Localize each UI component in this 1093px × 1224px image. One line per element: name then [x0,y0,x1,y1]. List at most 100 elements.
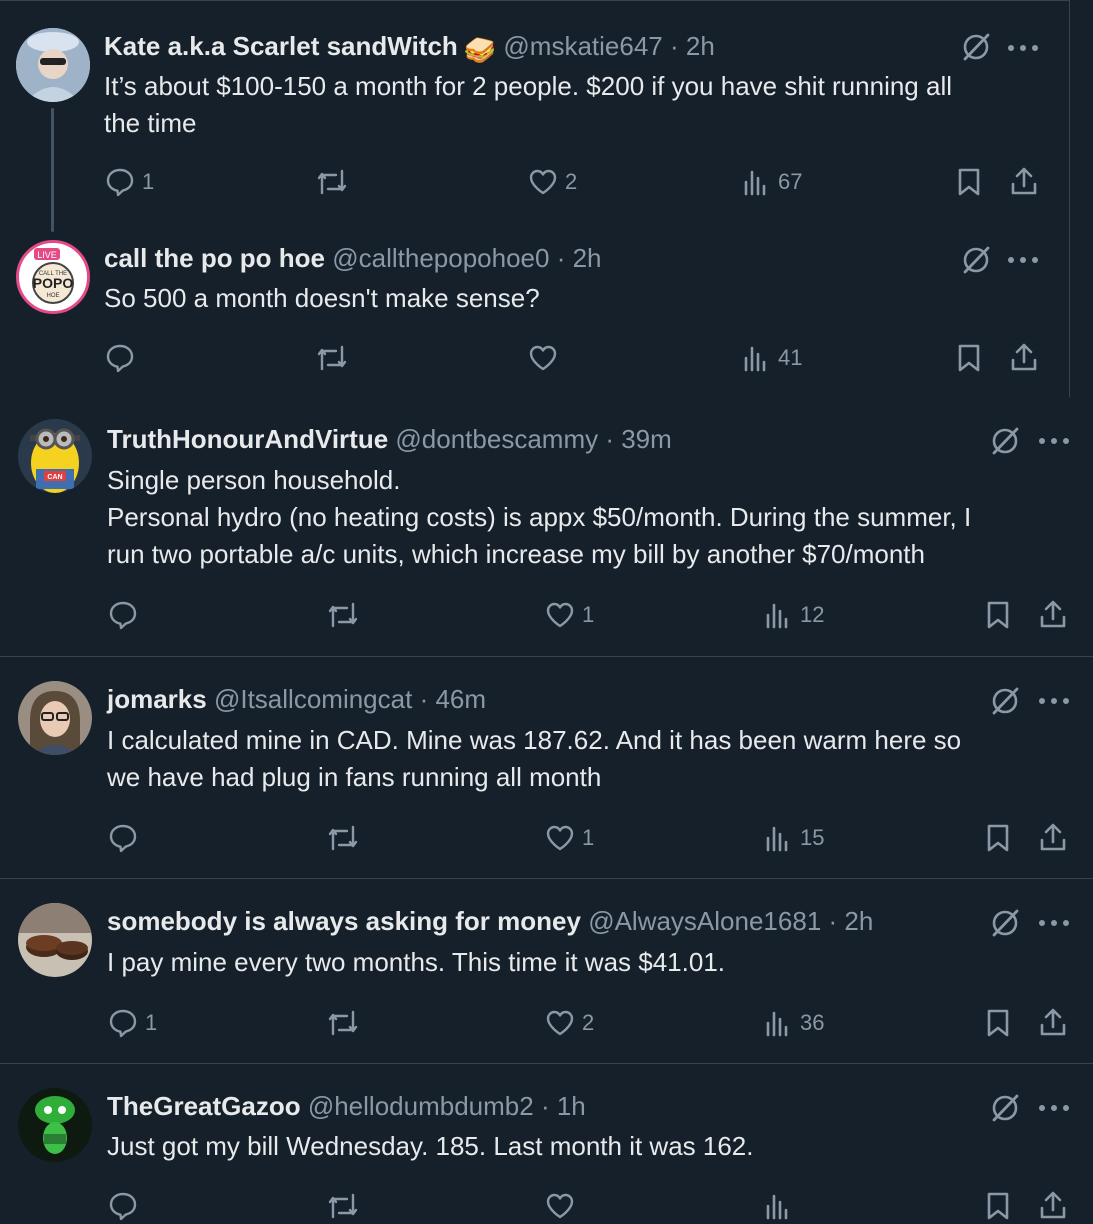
tweet[interactable]: somebody is always asking for money @Alw… [0,879,1093,1063]
avatar[interactable]: CAN [18,419,92,493]
display-name[interactable]: TruthHonourAndVirtue [107,424,388,454]
more-icon[interactable] [1037,918,1071,928]
views-icon [744,346,766,372]
display-name[interactable]: TheGreatGazoo [107,1091,301,1121]
like-count: 2 [582,1010,595,1035]
reply-count: 1 [142,169,155,194]
tweet-text-line: I calculated mine in CAD. Mine was 187.6… [107,725,962,755]
handle[interactable]: @hellodumbdumb2 [308,1091,534,1121]
views-button[interactable]: 12 [762,597,824,633]
handle[interactable]: @Itsallcomingcat [214,684,412,714]
tweet[interactable]: TheGreatGazoo @hellodumbdumb2 · 1h Just … [0,1064,1093,1221]
tweet-text: Single person household. Personal hydro … [107,462,971,573]
avatar-image [18,681,92,755]
reply-button[interactable]: 1 [104,164,154,200]
views-button[interactable]: 41 [740,340,802,376]
share-button[interactable] [1037,1005,1069,1041]
grok-icon[interactable] [990,908,1020,938]
retweet-button[interactable] [326,1188,360,1224]
grok-icon[interactable] [990,1093,1020,1123]
grok-icon[interactable] [961,32,991,62]
retweet-button[interactable] [315,164,355,200]
like-button[interactable]: 2 [527,164,577,200]
timestamp[interactable]: · 2h [670,31,715,61]
display-name[interactable]: somebody is always asking for money [107,906,581,936]
grok-icon[interactable] [961,245,991,275]
tweet[interactable]: LIVE CALL THE POPO HOE call the po po ho… [0,230,1093,397]
more-icon[interactable] [1037,696,1071,706]
retweet-button[interactable] [326,820,366,856]
bookmark-icon [987,601,1009,629]
views-count: 15 [800,825,825,850]
avatar[interactable] [16,28,90,102]
like-button[interactable]: 1 [544,597,594,633]
action-bar: 1 2 67 [104,164,1044,200]
avatar[interactable] [18,903,92,977]
views-button[interactable]: 67 [740,164,802,200]
reply-button[interactable] [107,597,145,633]
tweet-header: somebody is always asking for money @Alw… [107,905,873,937]
display-name[interactable]: jomarks [107,684,207,714]
share-button[interactable] [1037,820,1069,856]
share-icon [1040,1008,1066,1036]
tweet[interactable]: jomarks @Itsallcomingcat · 46m I calcula… [0,657,1093,878]
grok-icon[interactable] [990,686,1020,716]
reply-button[interactable]: 1 [107,1005,157,1041]
timestamp[interactable]: · 1h [541,1091,586,1121]
share-button[interactable] [1037,1188,1069,1224]
share-button[interactable] [1008,164,1040,200]
timestamp[interactable]: · 2h [557,243,602,273]
like-button[interactable]: 1 [544,820,594,856]
like-button[interactable]: 2 [544,1005,594,1041]
share-button[interactable] [1008,340,1040,376]
handle[interactable]: @dontbescammy [395,424,598,454]
more-icon[interactable] [1037,1103,1071,1113]
retweet-icon [328,602,358,628]
reply-button[interactable] [107,820,145,856]
share-button[interactable] [1037,597,1069,633]
handle[interactable]: @mskatie647 [503,31,662,61]
timestamp[interactable]: · 2h [829,906,874,936]
tweet[interactable]: Kate a.k.a Scarlet sandWitch 🥪 @mskatie64… [0,0,1093,230]
handle[interactable]: @AlwaysAlone1681 [588,906,821,936]
views-button[interactable] [762,1188,794,1224]
like-button[interactable] [544,1188,576,1224]
tweet[interactable]: CAN TruthHonourAndVirtue @dontbescammy ·… [0,397,1093,656]
grok-icon[interactable] [990,426,1020,456]
display-name[interactable]: Kate a.k.a Scarlet sandWitch [104,31,458,61]
tweet-text-line: It’s about $100-150 a month for 2 people… [104,71,952,101]
handle[interactable]: @callthepopohoe0 [332,243,549,273]
timestamp[interactable]: · 46m [420,684,486,714]
tweet-text: I pay mine every two months. This time i… [107,944,725,981]
timestamp[interactable]: · 39m [605,424,671,454]
bookmark-icon [958,168,980,196]
display-name[interactable]: call the po po hoe [104,243,325,273]
retweet-button[interactable] [326,1005,366,1041]
retweet-button[interactable] [315,340,355,376]
share-icon [1011,343,1037,371]
like-button[interactable] [527,340,565,376]
reply-button[interactable] [107,1188,139,1224]
views-count: 41 [778,345,803,370]
avatar[interactable] [18,681,92,755]
bookmark-button[interactable] [954,164,984,200]
bookmark-button[interactable] [983,1188,1013,1224]
views-button[interactable]: 15 [762,820,824,856]
tweet-header: TheGreatGazoo @hellodumbdumb2 · 1h [107,1090,586,1122]
tweet-header: call the po po hoe @callthepopohoe0 · 2h [104,242,602,274]
more-icon[interactable] [1006,255,1040,265]
bookmark-button[interactable] [954,340,984,376]
bookmark-icon [987,1192,1009,1220]
bookmark-button[interactable] [983,820,1013,856]
avatar[interactable]: LIVE CALL THE POPO HOE [16,240,90,314]
avatar[interactable] [18,1088,92,1162]
retweet-button[interactable] [326,597,366,633]
more-icon[interactable] [1006,43,1040,53]
reply-button[interactable] [104,340,142,376]
tweet-text-line: Single person household. [107,465,401,495]
more-icon[interactable] [1037,436,1071,446]
bookmark-button[interactable] [983,597,1013,633]
views-button[interactable]: 36 [762,1005,824,1041]
tweet-header: TruthHonourAndVirtue @dontbescammy · 39m [107,423,672,455]
bookmark-button[interactable] [983,1005,1013,1041]
